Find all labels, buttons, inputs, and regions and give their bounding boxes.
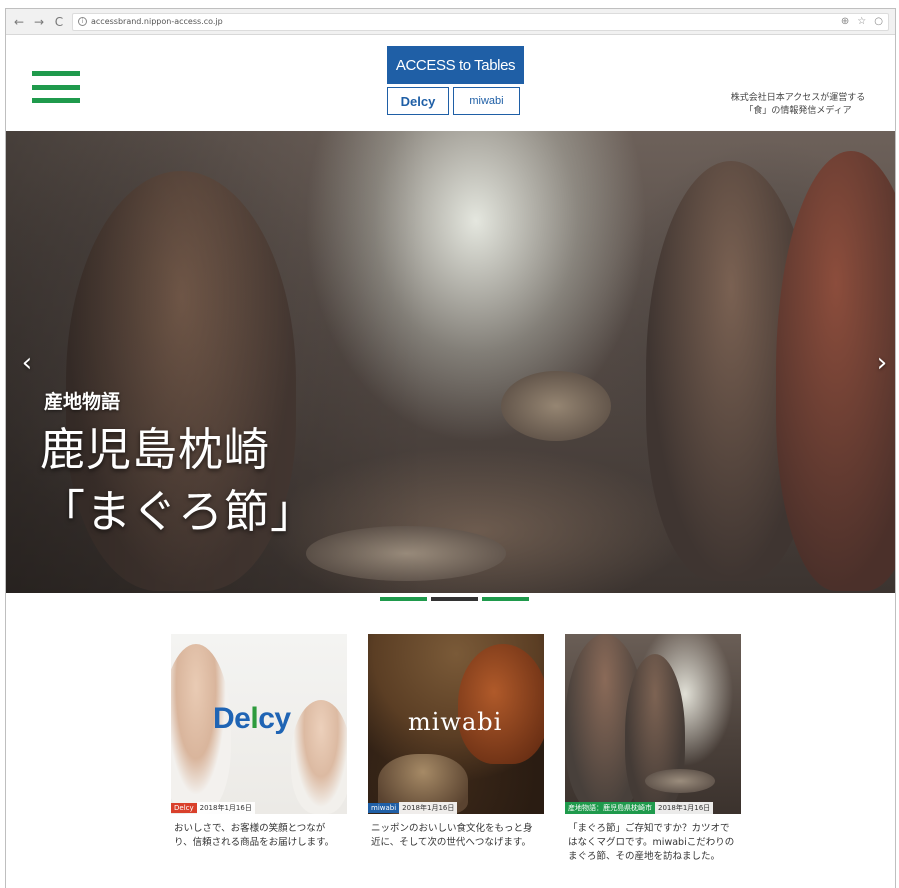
article-card-delcy[interactable]: Delcy Delcy 2018年1月16日 おいしさで、お客様の笑顔とつながり… [171, 634, 347, 850]
card-date: 2018年1月16日 [196, 802, 255, 814]
extension-icon[interactable]: ○ [874, 16, 883, 27]
card-meta: 産地物語：鹿児島県枕崎市 2018年1月16日 [565, 802, 714, 814]
address-bar[interactable]: i accessbrand.nippon-access.co.jp ⊕ ☆ ○ [72, 12, 889, 31]
logo-miwabi: miwabi [453, 87, 520, 115]
card-date: 2018年1月16日 [399, 802, 458, 814]
delcy-brand-mark: Delcy [213, 702, 291, 736]
card-image[interactable]: 産地物語：鹿児島県枕崎市 2018年1月16日 [565, 634, 741, 814]
slider-indicator[interactable] [380, 597, 427, 601]
site-logo[interactable]: ACCESS to Tables Delcy miwabi [387, 46, 524, 118]
hero-kicker: 産地物語 [44, 391, 121, 413]
hero-title-line1: 鹿児島枕崎 [40, 423, 271, 476]
tagline-line1: 株式会社日本アクセスが運営する [730, 93, 866, 103]
delcy-brand-text: Delcy [213, 702, 291, 735]
site-tagline: 株式会社日本アクセスが運営する 「食」の情報発信メディア [723, 92, 873, 118]
logo-delcy: Delcy [387, 87, 449, 115]
card-photo-bonito-flakes [458, 644, 544, 764]
omnibox-actions: ⊕ ☆ ○ [841, 16, 883, 27]
card-meta: miwabi 2018年1月16日 [368, 802, 458, 814]
card-date: 2018年1月16日 [655, 802, 714, 814]
card-tag[interactable]: miwabi [368, 803, 400, 813]
card-tag[interactable]: Delcy [171, 803, 197, 813]
reload-icon[interactable]: C [52, 15, 66, 29]
slider-indicator-active[interactable] [431, 597, 478, 601]
slider-prev-icon[interactable]: ‹ [18, 349, 36, 377]
hamburger-bar [32, 98, 80, 103]
card-photo-child [291, 700, 347, 814]
browser-toolbar: ← → C i accessbrand.nippon-access.co.jp … [6, 9, 895, 35]
card-image[interactable]: miwabi miwabi 2018年1月16日 [368, 634, 544, 814]
url-text[interactable]: accessbrand.nippon-access.co.jp [91, 17, 223, 26]
article-card-maguro[interactable]: 産地物語：鹿児島県枕崎市 2018年1月16日 「まぐろ節」ご存知ですか？カツオ… [565, 634, 741, 864]
hero-title-line2: 「まぐろ節」 [40, 485, 317, 538]
hero-photo-fish [501, 371, 611, 441]
card-image[interactable]: Delcy Delcy 2018年1月16日 [171, 634, 347, 814]
browser-window: ← → C i accessbrand.nippon-access.co.jp … [5, 8, 896, 888]
bookmark-star-icon[interactable]: ☆ [857, 16, 866, 27]
back-icon[interactable]: ← [12, 15, 26, 29]
tagline-line2: 「食」の情報発信メディア [744, 106, 852, 116]
article-card-miwabi[interactable]: miwabi miwabi 2018年1月16日 ニッポンのおいしい食文化をもっ… [368, 634, 544, 850]
card-tag[interactable]: 産地物語：鹿児島県枕崎市 [565, 802, 655, 814]
site-header: ACCESS to Tables Delcy miwabi 株式会社日本アクセス… [6, 35, 895, 131]
slider-indicator[interactable] [482, 597, 529, 601]
forward-icon[interactable]: → [32, 15, 46, 29]
info-icon[interactable]: i [78, 17, 87, 26]
hero-title[interactable]: 鹿児島枕崎 「まぐろ節」 [40, 419, 316, 543]
hamburger-bar [32, 84, 80, 90]
card-excerpt[interactable]: おいしさで、お客様の笑顔とつながり、信頼される商品をお届けします。 [171, 822, 347, 850]
slider-indicators [380, 597, 529, 601]
card-excerpt[interactable]: 「まぐろ節」ご存知ですか？カツオではなくマグロです。miwabiこだわりのまぐろ… [565, 822, 741, 864]
slider-next-icon[interactable]: › [873, 349, 891, 377]
card-photo-fish [645, 769, 715, 793]
zoom-icon[interactable]: ⊕ [841, 16, 849, 27]
card-excerpt[interactable]: ニッポンのおいしい食文化をもっと身近に、そして次の世代へつなげます。 [368, 822, 544, 850]
logo-brands: Delcy miwabi [387, 87, 524, 115]
hamburger-bar [32, 71, 80, 76]
hamburger-menu-icon[interactable] [32, 71, 80, 103]
miwabi-brand-mark: miwabi [408, 708, 503, 736]
card-meta: Delcy 2018年1月16日 [171, 802, 255, 814]
logo-title: ACCESS to Tables [387, 46, 524, 84]
hero-slider[interactable]: ‹ › 産地物語 鹿児島枕崎 「まぐろ節」 [6, 131, 895, 593]
